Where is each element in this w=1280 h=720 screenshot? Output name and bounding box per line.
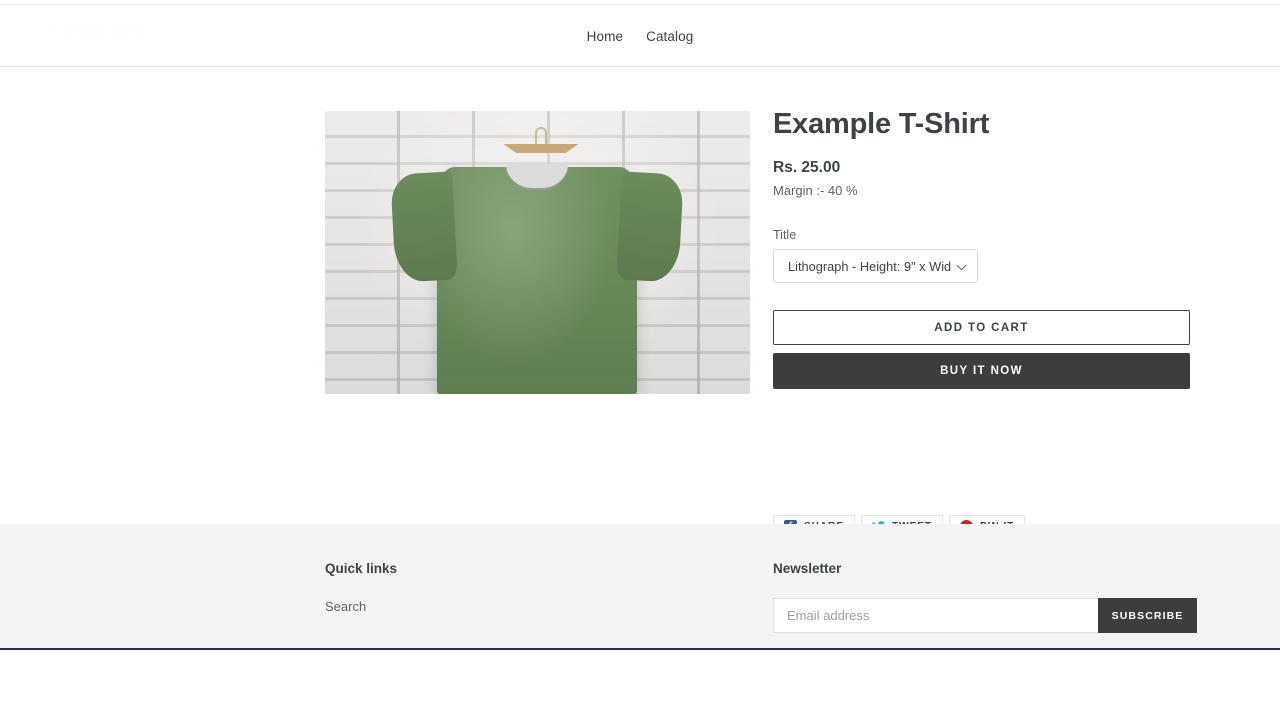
product-image[interactable] bbox=[325, 111, 750, 394]
below-fold-area bbox=[0, 652, 1280, 720]
variant-select-value: Lithograph - Height: 9" x Width: bbox=[788, 258, 951, 274]
quick-links-heading: Quick links bbox=[325, 561, 398, 576]
product-price: Rs. 25.00 bbox=[773, 159, 841, 176]
email-field[interactable] bbox=[773, 598, 1098, 633]
tshirt-sleeve-left bbox=[390, 171, 458, 283]
nav-link-catalog[interactable]: Catalog bbox=[646, 29, 693, 44]
newsletter-heading: Newsletter bbox=[773, 561, 842, 576]
tshirt-sleeve-right bbox=[616, 171, 684, 283]
site-footer: Quick links Search Newsletter SUBSCRIBE bbox=[0, 524, 1280, 650]
subscribe-button[interactable]: SUBSCRIBE bbox=[1098, 598, 1197, 633]
footer-newsletter-column: Newsletter SUBSCRIBE bbox=[773, 561, 1197, 633]
add-to-cart-button[interactable]: ADD TO CART bbox=[773, 310, 1190, 345]
product-section: Example T-Shirt Rs. 25.00 Margin :- 40 %… bbox=[0, 67, 1280, 538]
variant-select[interactable]: Lithograph - Height: 9" x Width: bbox=[773, 249, 978, 283]
nav-link-home[interactable]: Home bbox=[587, 29, 623, 44]
buy-it-now-button[interactable]: BUY IT NOW bbox=[773, 353, 1190, 389]
tshirt-graphic bbox=[390, 164, 684, 394]
site-header: Example Store Home Catalog bbox=[0, 5, 1280, 67]
footer-quick-links-column: Quick links Search bbox=[325, 561, 625, 616]
footer-link-search[interactable]: Search bbox=[325, 599, 366, 614]
chevron-down-icon bbox=[958, 262, 966, 270]
main-navigation: Home Catalog bbox=[0, 5, 1280, 67]
newsletter-form: SUBSCRIBE bbox=[773, 598, 1197, 633]
product-info: Example T-Shirt Rs. 25.00 Margin :- 40 %… bbox=[773, 107, 1193, 389]
product-margin: Margin :- 40 % bbox=[773, 183, 858, 198]
product-title: Example T-Shirt bbox=[773, 108, 990, 140]
variant-label: Title bbox=[773, 228, 797, 242]
